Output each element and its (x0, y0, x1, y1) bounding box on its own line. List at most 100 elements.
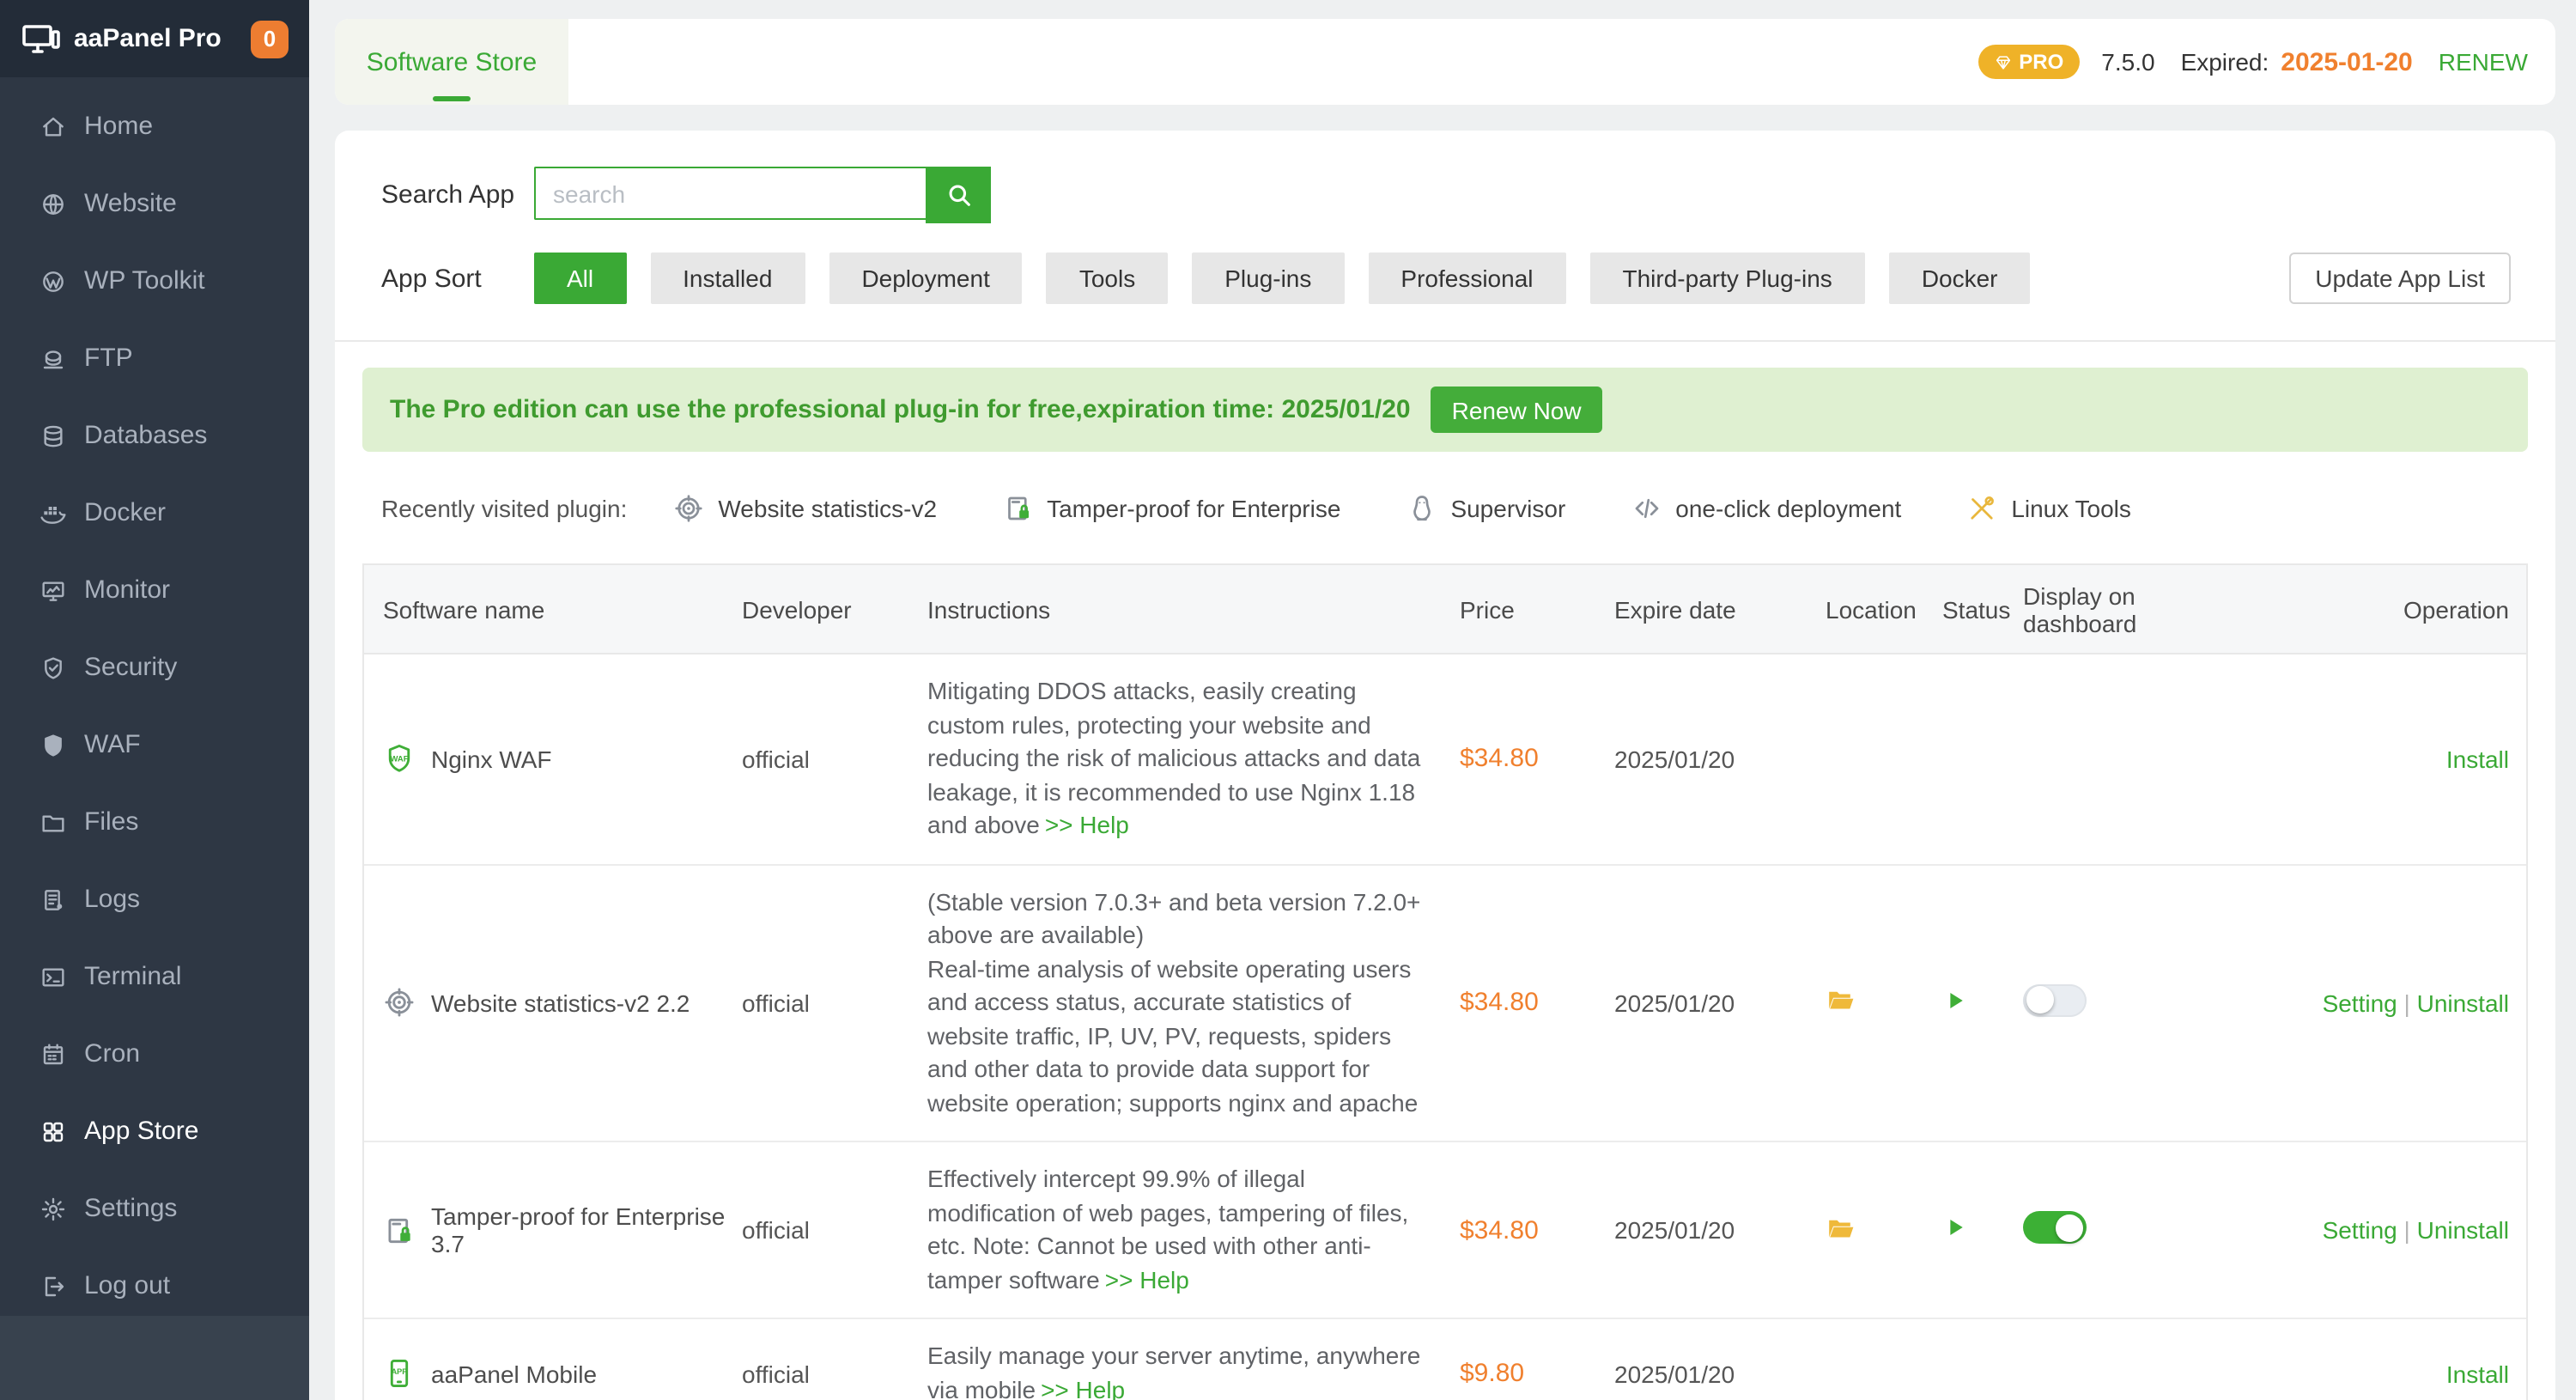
location-cell (1826, 1363, 1942, 1384)
status-cell (1942, 977, 2023, 1029)
recent-plugin-label: Tamper-proof for Enterprise (1047, 495, 1340, 522)
column-header: Expire date (1614, 585, 1826, 633)
sort-filter-button[interactable]: Deployment (829, 253, 1022, 304)
sidebar-item-icon (39, 190, 67, 217)
play-icon[interactable] (1942, 988, 1968, 1013)
logo-bar: aaPanel Pro 0 (0, 0, 309, 77)
help-link[interactable]: >> Help (1045, 811, 1129, 838)
sidebar-item[interactable]: Security (0, 629, 309, 706)
sidebar-item-label: Terminal (84, 962, 181, 991)
recent-plugin-link[interactable]: one-click deployment (1631, 493, 1901, 524)
sort-filter-button[interactable]: Installed (650, 253, 805, 304)
recent-plugin-link[interactable]: Website statistics-v2 (673, 493, 937, 524)
folder-open-icon[interactable] (1826, 1212, 1856, 1243)
recent-plugin-link[interactable]: Supervisor (1406, 493, 1565, 524)
sidebar-item[interactable]: Monitor (0, 551, 309, 629)
search-input[interactable] (534, 167, 926, 220)
sidebar-item[interactable]: WP Toolkit (0, 242, 309, 320)
search-icon (944, 180, 973, 210)
sidebar: aaPanel Pro 0 Home Website WP Toolkit (0, 0, 309, 1400)
help-link[interactable]: >> Help (1041, 1375, 1125, 1400)
sidebar-item-label: Cron (84, 1039, 140, 1068)
operation-link[interactable]: Uninstall (2404, 989, 2509, 1017)
logo-title: aaPanel Pro (74, 24, 251, 53)
sort-filter-button[interactable]: Plug-ins (1192, 253, 1344, 304)
price-cell: $34.80 (1460, 1205, 1614, 1255)
operation-cell: Install (2181, 735, 2526, 783)
sidebar-item[interactable]: App Store (0, 1093, 309, 1170)
panel-version: 7.5.0 (2101, 48, 2154, 76)
column-header: Operation (2181, 585, 2526, 633)
sort-filter-button[interactable]: Tools (1047, 253, 1168, 304)
operation-link[interactable]: Uninstall (2404, 1216, 2509, 1244)
play-icon[interactable] (1942, 1214, 1968, 1240)
sidebar-item[interactable]: Cron (0, 1015, 309, 1093)
expired-label: Expired: (2181, 48, 2269, 76)
notification-badge[interactable]: 0 (251, 20, 289, 58)
operation-link[interactable]: Setting (2323, 989, 2397, 1017)
sidebar-item[interactable]: Log out (0, 1247, 309, 1324)
dashboard-toggle[interactable] (2023, 1211, 2087, 1244)
tab-active-underline (433, 96, 471, 101)
renew-now-button[interactable]: Renew Now (1431, 387, 1602, 433)
sidebar-item[interactable]: Logs (0, 861, 309, 938)
recent-plugin-label: one-click deployment (1675, 495, 1901, 522)
dashboard-toggle[interactable] (2023, 984, 2087, 1017)
operation-cell: Setting Uninstall (2181, 1206, 2526, 1254)
sidebar-item-icon (39, 731, 67, 758)
sidebar-item[interactable]: Terminal (0, 938, 309, 1015)
operation-link[interactable]: Install (2446, 746, 2509, 773)
sidebar-item[interactable]: WAF (0, 706, 309, 783)
sidebar-item[interactable]: FTP (0, 320, 309, 397)
sidebar-item-label: Files (84, 807, 138, 837)
instructions-cell: Easily manage your server anytime, anywh… (927, 1319, 1460, 1400)
developer-cell: official (742, 735, 927, 783)
sidebar-item-icon (39, 1117, 67, 1145)
sidebar-item[interactable]: Website (0, 165, 309, 242)
table-body: Nginx WAF official Mitigating DDOS attac… (364, 654, 2526, 1400)
app-icon (383, 1357, 416, 1390)
software-name: Nginx WAF (431, 746, 552, 773)
sidebar-item-icon (39, 1195, 67, 1222)
app-icon (383, 743, 416, 776)
tab-bar: Software Store PRO 7.5.0 Expired: 2025-0… (335, 19, 2555, 105)
sort-filter-button[interactable]: Professional (1368, 253, 1565, 304)
sort-filter-button[interactable]: All (534, 253, 626, 304)
sort-filter-button[interactable]: Docker (1889, 253, 2031, 304)
recent-plugin-link[interactable]: Linux Tools (1966, 493, 2131, 524)
tab-software-store[interactable]: Software Store (335, 19, 568, 105)
license-info: PRO 7.5.0 Expired: 2025-01-20 RENEW (1978, 19, 2555, 105)
column-header: Developer (742, 585, 927, 633)
search-button[interactable] (926, 167, 991, 223)
folder-open-icon[interactable] (1826, 985, 1856, 1016)
sidebar-item[interactable]: Docker (0, 474, 309, 551)
sidebar-item[interactable]: Files (0, 783, 309, 861)
recent-plugin-link[interactable]: Tamper-proof for Enterprise (1002, 493, 1340, 524)
renew-link[interactable]: RENEW (2439, 48, 2528, 76)
column-header: Software name (364, 585, 742, 633)
recent-plugin-label: Website statistics-v2 (718, 495, 937, 522)
expire-date-cell: 2025/01/20 (1614, 1349, 1826, 1397)
sidebar-item[interactable]: Home (0, 88, 309, 165)
operation-link[interactable]: Setting (2323, 1216, 2397, 1244)
sidebar-item[interactable]: Settings (0, 1170, 309, 1247)
help-link[interactable]: >> Help (1105, 1265, 1189, 1293)
column-header: Location (1826, 585, 1942, 633)
column-header: Instructions (927, 585, 1460, 633)
update-app-list-button[interactable]: Update App List (2289, 253, 2511, 304)
sort-buttons: All Installed Deployment Tools Plug-ins … (534, 253, 2055, 304)
instructions-cell: Effectively intercept 99.9% of illegal m… (927, 1142, 1460, 1318)
recent-plugin-label: Supervisor (1450, 495, 1565, 522)
sidebar-item[interactable]: Databases (0, 397, 309, 474)
sort-filter-button[interactable]: Third-party Plug-ins (1590, 253, 1865, 304)
sidebar-item-label: Databases (84, 421, 207, 450)
location-cell (1826, 749, 1942, 770)
sidebar-item-label: Settings (84, 1194, 177, 1223)
column-header: Price (1460, 585, 1614, 633)
table-header: Software name Developer Instructions Pri… (364, 565, 2526, 654)
sidebar-item-label: Logs (84, 885, 140, 914)
recent-plugin-icon (1631, 493, 1662, 524)
table-row: Nginx WAF official Mitigating DDOS attac… (364, 654, 2526, 865)
software-name: Website statistics-v2 2.2 (431, 989, 690, 1017)
operation-link[interactable]: Install (2446, 1360, 2509, 1387)
